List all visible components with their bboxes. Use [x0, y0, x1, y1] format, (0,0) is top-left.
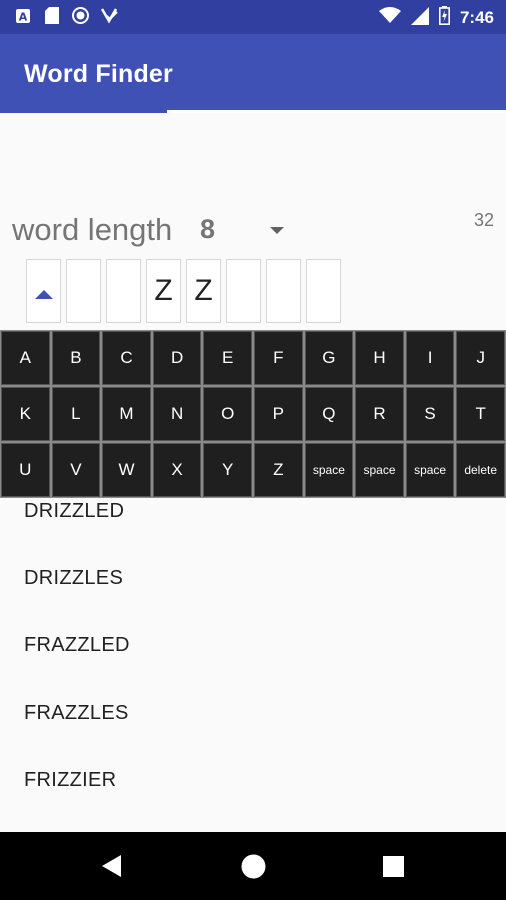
app-title: Word Finder: [24, 60, 173, 88]
key-r[interactable]: R: [355, 387, 404, 441]
result-word[interactable]: FRAZZLES: [24, 702, 129, 725]
progress-fill: [0, 110, 167, 113]
key-w[interactable]: W: [102, 443, 151, 497]
key-g[interactable]: G: [304, 331, 354, 385]
word-length-dropdown-icon[interactable]: [266, 220, 288, 240]
download-check-icon: [101, 7, 118, 24]
status-bar: A 7:46: [0, 0, 506, 34]
letter-slot-6[interactable]: [226, 259, 261, 323]
key-p[interactable]: P: [253, 387, 303, 441]
key-a[interactable]: A: [1, 331, 50, 385]
key-u[interactable]: U: [1, 443, 50, 497]
letter-slot-3[interactable]: [106, 259, 141, 323]
letter-slots: ZZ: [26, 259, 341, 323]
key-d[interactable]: D: [152, 331, 202, 385]
key-q[interactable]: Q: [304, 387, 354, 441]
key-x[interactable]: X: [152, 443, 202, 497]
result-count: 32: [473, 210, 494, 230]
key-f[interactable]: F: [253, 331, 303, 385]
key-i[interactable]: I: [405, 331, 455, 385]
wifi-icon: [378, 7, 401, 29]
result-word[interactable]: FRIZZIER: [24, 769, 116, 792]
key-v[interactable]: V: [51, 443, 101, 497]
key-n[interactable]: N: [152, 387, 202, 441]
result-word[interactable]: DRIZZLES: [24, 567, 123, 590]
letter-slot-7[interactable]: [266, 259, 301, 323]
caret-up-icon: [34, 274, 54, 308]
letter-keyboard: A B C D E F G H I J K L M N O P Q R S T U V W X Y Zspace space spac…: [0, 330, 506, 498]
letter-slot-2[interactable]: [66, 259, 101, 323]
key-t[interactable]: T: [456, 387, 505, 441]
key-b[interactable]: B: [51, 331, 101, 385]
clock-time: 7:46: [459, 8, 494, 27]
home-icon[interactable]: [241, 854, 266, 884]
svg-text:A: A: [18, 10, 27, 23]
letter-slot-5[interactable]: Z: [186, 259, 221, 323]
sd-card-icon: [43, 7, 60, 24]
battery-icon: [438, 6, 450, 30]
word-length-label: word length: [12, 212, 173, 247]
space-key-8[interactable]: space: [355, 443, 404, 497]
key-s[interactable]: S: [405, 387, 455, 441]
circle-record-icon: [72, 7, 89, 24]
letter-slot-4[interactable]: Z: [146, 259, 181, 323]
a-box-icon: A: [14, 7, 31, 24]
letter-slot-1[interactable]: [26, 259, 61, 323]
space-key-9[interactable]: space: [405, 443, 455, 497]
navigation-bar: [0, 832, 506, 900]
key-h[interactable]: H: [355, 331, 404, 385]
word-length-value[interactable]: 8: [200, 214, 215, 245]
key-k[interactable]: K: [1, 387, 50, 441]
key-z[interactable]: Z: [253, 443, 303, 497]
key-m[interactable]: M: [102, 387, 151, 441]
space-key-7[interactable]: space: [304, 443, 354, 497]
key-j[interactable]: J: [456, 331, 505, 385]
key-o[interactable]: O: [203, 387, 252, 441]
letter-slot-8[interactable]: [306, 259, 341, 323]
key-e[interactable]: E: [203, 331, 252, 385]
key-y[interactable]: Y: [203, 443, 252, 497]
progress-bar: [0, 110, 506, 113]
signal-icon: [410, 6, 429, 30]
result-word[interactable]: FRAZZLED: [24, 634, 130, 657]
app-bar: Word Finder: [0, 34, 506, 112]
recents-icon[interactable]: [383, 856, 404, 882]
key-c[interactable]: C: [102, 331, 151, 385]
back-icon[interactable]: [101, 854, 123, 883]
key-l[interactable]: L: [51, 387, 101, 441]
result-word[interactable]: DRIZZLED: [24, 500, 124, 523]
delete-key-10[interactable]: delete: [456, 443, 505, 497]
